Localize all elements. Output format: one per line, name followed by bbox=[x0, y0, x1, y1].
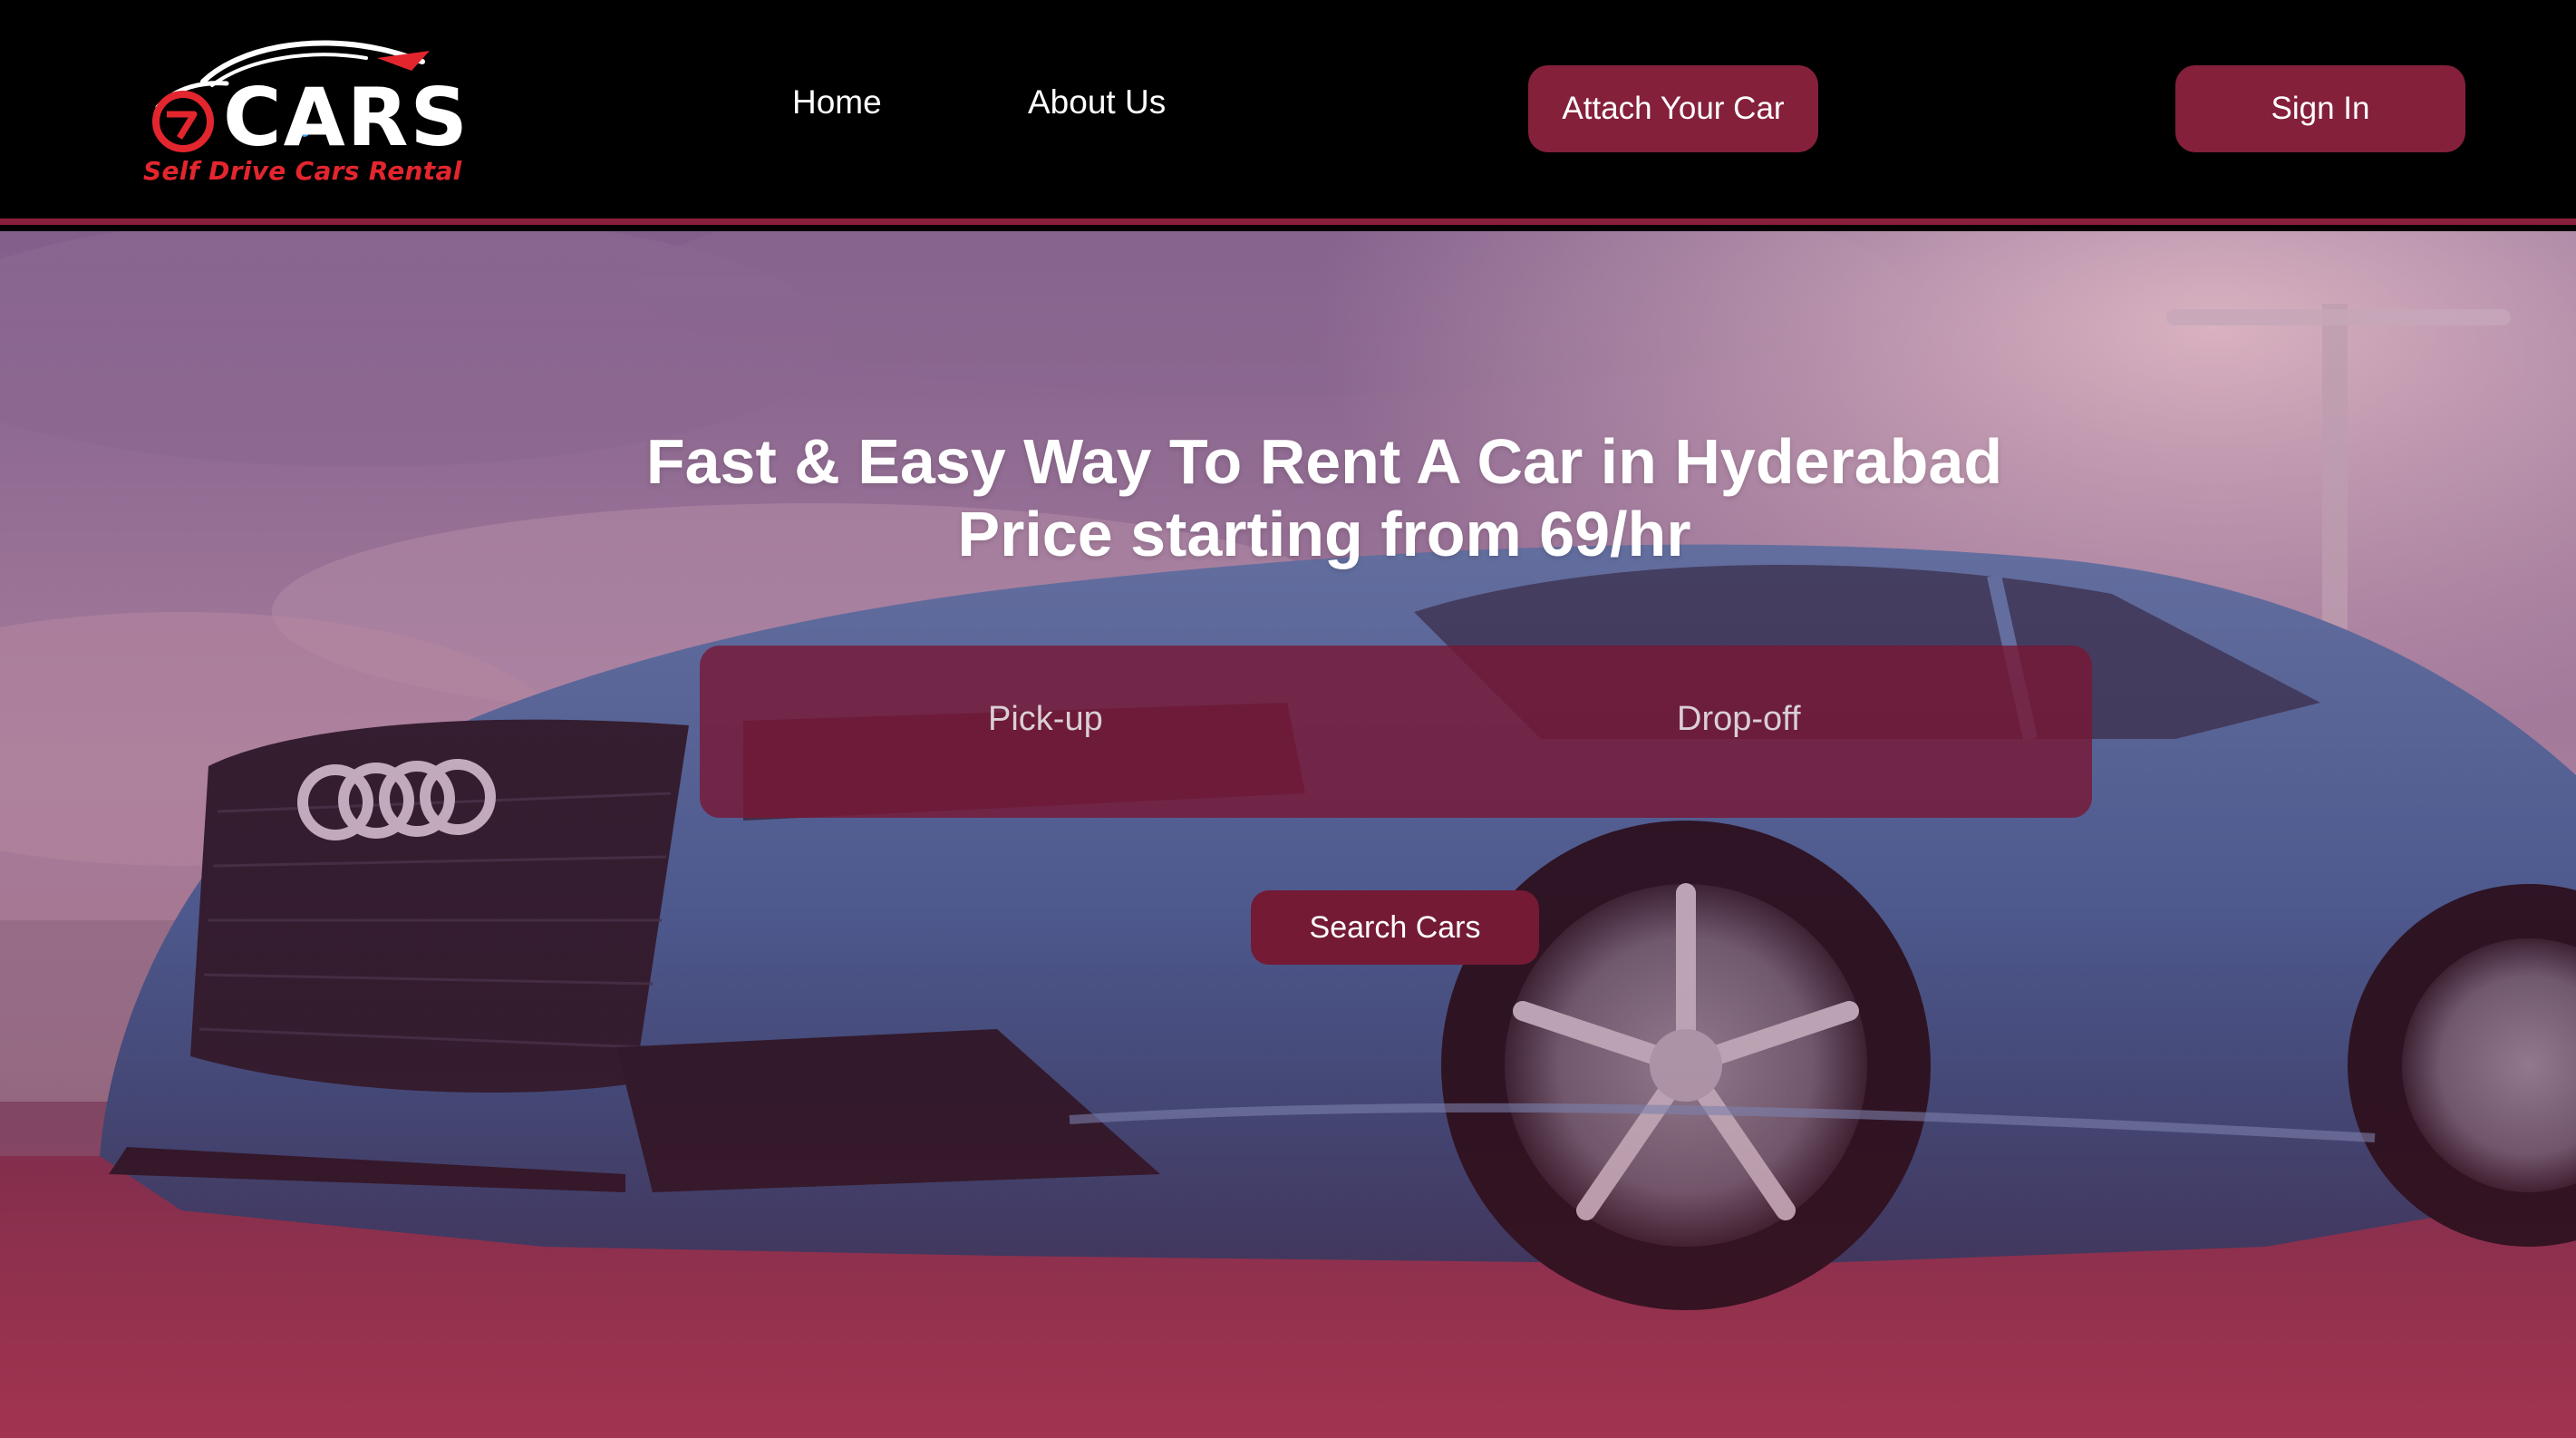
pickup-field[interactable]: Pick-up bbox=[988, 700, 1103, 739]
page: CARS Self Drive Cars Rental Home About U… bbox=[0, 0, 2576, 1438]
logo-wordmark: CARS bbox=[223, 71, 470, 164]
hero-section: Fast & Easy Way To Rent A Car in Hyderab… bbox=[0, 231, 2576, 1438]
sign-in-button[interactable]: Sign In bbox=[2175, 65, 2465, 152]
dropoff-field[interactable]: Drop-off bbox=[1677, 700, 1801, 739]
logo-tagline: Self Drive Cars Rental bbox=[143, 156, 462, 186]
hero-price-subheadline: Price starting from 69/hr bbox=[957, 499, 1691, 569]
hero-headline: Fast & Easy Way To Rent A Car in Hyderab… bbox=[645, 426, 2003, 497]
navbar: CARS Self Drive Cars Rental Home About U… bbox=[0, 0, 2576, 225]
nav-link-about-us[interactable]: About Us bbox=[1028, 83, 1166, 121]
hero-color-overlay bbox=[0, 231, 2576, 1438]
attach-your-car-button[interactable]: Attach Your Car bbox=[1528, 65, 1818, 152]
brand-logo[interactable]: CARS Self Drive Cars Rental bbox=[140, 31, 468, 187]
rental-search-panel: Pick-up Drop-off bbox=[700, 646, 2092, 818]
search-cars-button[interactable]: Search Cars bbox=[1251, 890, 1539, 965]
nav-link-home[interactable]: Home bbox=[792, 83, 882, 121]
